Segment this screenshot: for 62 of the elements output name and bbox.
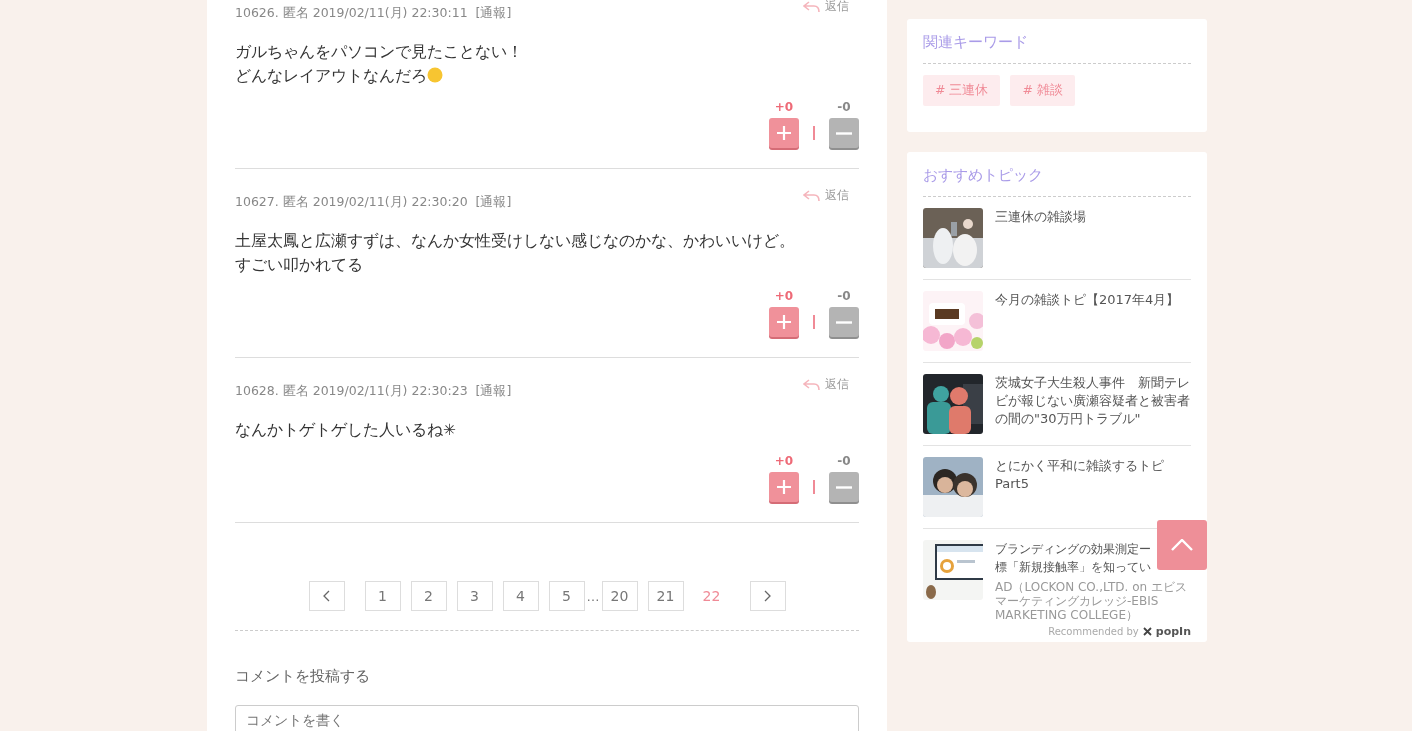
report-link[interactable]: [通報] — [475, 192, 512, 209]
plus-count: +0 — [774, 454, 794, 468]
ad-credit: AD（LOCKON CO.,LTD. on エビスマーケティングカレッジ-EBIS MARKETING COLLEGE） — [995, 580, 1188, 622]
reply-icon — [803, 0, 820, 13]
comment-meta: 10626. 匿名 2019/02/11(月) 22:30:11 — [235, 4, 468, 20]
emoji-icon — [427, 67, 443, 83]
chevron-up-icon — [1171, 539, 1193, 551]
minus-button[interactable] — [829, 472, 859, 502]
comment-meta: 10627. 匿名 2019/02/11(月) 22:30:20 — [235, 193, 468, 209]
plus-button[interactable] — [769, 307, 799, 337]
recommended-by: Recommended by — [1048, 626, 1139, 637]
plus-icon — [777, 126, 791, 140]
plus-button[interactable] — [769, 472, 799, 502]
page-link[interactable]: 2 — [410, 581, 447, 611]
minus-count: -0 — [837, 454, 851, 468]
reply-link[interactable]: 返信 — [803, 376, 849, 393]
plus-count: +0 — [774, 100, 794, 114]
page-link[interactable]: 5 — [548, 581, 585, 611]
scroll-top-button[interactable] — [1157, 520, 1207, 570]
reply-icon — [803, 189, 820, 202]
chevron-left-icon — [323, 590, 330, 602]
report-link[interactable]: [通報] — [475, 3, 512, 20]
minus-icon — [836, 131, 852, 135]
plus-button[interactable] — [769, 118, 799, 148]
comment-input[interactable]: コメントを書く — [235, 705, 859, 731]
minus-icon — [836, 320, 852, 324]
minus-icon — [836, 485, 852, 489]
card-title: おすすめトピック — [923, 166, 1191, 197]
form-heading: コメントを投稿する — [235, 667, 371, 686]
brand-icon — [1142, 627, 1152, 636]
page-link[interactable]: 22 — [693, 581, 730, 611]
card-title: 関連キーワード — [923, 33, 1191, 64]
minus-count: -0 — [837, 289, 851, 303]
topic-link[interactable]: 今月の雑談トピ【2017年4月】 — [995, 291, 1180, 309]
report-link[interactable]: [通報] — [475, 381, 512, 398]
reply-link[interactable]: 返信 — [803, 187, 849, 204]
brand-name: popIn — [1155, 625, 1191, 638]
comment-text: ガルちゃんをパソコンで見たことない！ どんなレイアウトなんだろ — [235, 42, 524, 87]
topic-link[interactable]: ブランディングの効果測定ー標「新規接触率」を知ってい — [995, 540, 1155, 576]
plus-icon — [777, 315, 791, 329]
minus-count: -0 — [837, 100, 851, 114]
page-link[interactable]: 21 — [647, 581, 684, 611]
topic-link[interactable]: とにかく平和に雑談するトピPart5 — [995, 457, 1191, 493]
reply-icon — [803, 378, 820, 391]
page-link[interactable]: 1 — [364, 581, 401, 611]
page-link[interactable]: 3 — [456, 581, 493, 611]
prev-page-button[interactable] — [308, 581, 345, 611]
chevron-right-icon — [764, 590, 771, 602]
comment-meta: 10628. 匿名 2019/02/11(月) 22:30:23 — [235, 382, 468, 398]
topic-link[interactable]: 三連休の雑談場 — [995, 208, 1086, 226]
comment-text: 土屋太鳳と広瀬すずは、なんか女性受けしない感じなのかな、かわいいけど。 すごい叩かれてる — [235, 231, 796, 276]
minus-button[interactable] — [829, 307, 859, 337]
topic-link[interactable]: 茨城女子大生殺人事件 新聞テレビが報じない廣瀬容疑者と被害者の間の"30万円トラブル" — [995, 374, 1191, 428]
next-page-button[interactable] — [749, 581, 786, 611]
plus-count: +0 — [774, 289, 794, 303]
comment-text: なんかトゲトゲした人いるね✳ — [235, 420, 457, 441]
page-link[interactable]: 4 — [502, 581, 539, 611]
minus-button[interactable] — [829, 118, 859, 148]
ellipsis: … — [586, 588, 600, 604]
reply-link[interactable]: 返信 — [803, 0, 849, 15]
page-link[interactable]: 20 — [601, 581, 638, 611]
plus-icon — [777, 480, 791, 494]
